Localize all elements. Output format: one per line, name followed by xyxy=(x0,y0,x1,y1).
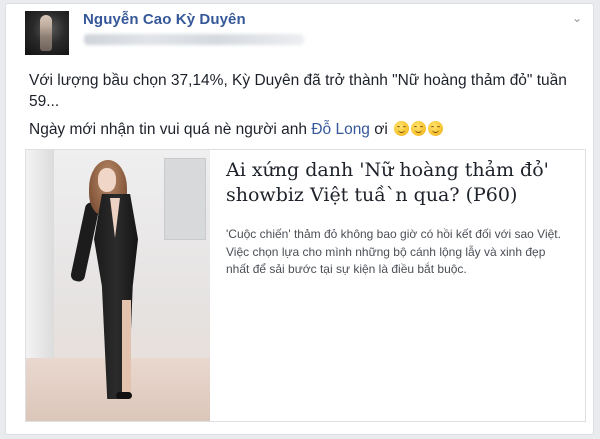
facebook-post: Nguyễn Cao Kỳ Duyên ⌄ Với lượng bầu chọn… xyxy=(5,3,594,435)
link-preview-image[interactable] xyxy=(26,150,210,421)
author-avatar[interactable] xyxy=(25,11,69,55)
smiling-face-emoji-icon xyxy=(428,121,444,136)
smiling-face-emoji-icon xyxy=(411,121,427,136)
mention-link[interactable]: Đỗ Long xyxy=(311,121,370,138)
post-meta-blurred xyxy=(84,34,304,45)
image-shoe xyxy=(116,392,132,399)
link-preview-title[interactable]: Ai xứng danh 'Nữ hoàng thảm đỏ' showbiz … xyxy=(226,158,566,208)
post-text-line2: Ngày mới nhận tin vui quá nè người anh Đ… xyxy=(29,119,569,140)
image-panel xyxy=(164,158,206,240)
link-preview-card[interactable]: Ai xứng danh 'Nữ hoàng thảm đỏ' showbiz … xyxy=(25,149,586,422)
author-name[interactable]: Nguyễn Cao Kỳ Duyên xyxy=(83,11,246,28)
post-text-suffix: ơi xyxy=(369,121,388,138)
chevron-down-icon[interactable]: ⌄ xyxy=(569,10,585,26)
smiling-face-emoji-icon xyxy=(394,121,410,136)
post-text-line1: Với lượng bầu chọn 37,14%, Kỳ Duyên đã t… xyxy=(29,72,567,110)
avatar-figure xyxy=(40,15,52,51)
image-leg xyxy=(122,300,131,395)
post-text-prefix: Ngày mới nhận tin vui quá nè người anh xyxy=(29,121,312,138)
image-face xyxy=(98,168,116,192)
link-preview-description: 'Cuộc chiến' thảm đỏ không bao giờ có hồ… xyxy=(226,227,561,276)
